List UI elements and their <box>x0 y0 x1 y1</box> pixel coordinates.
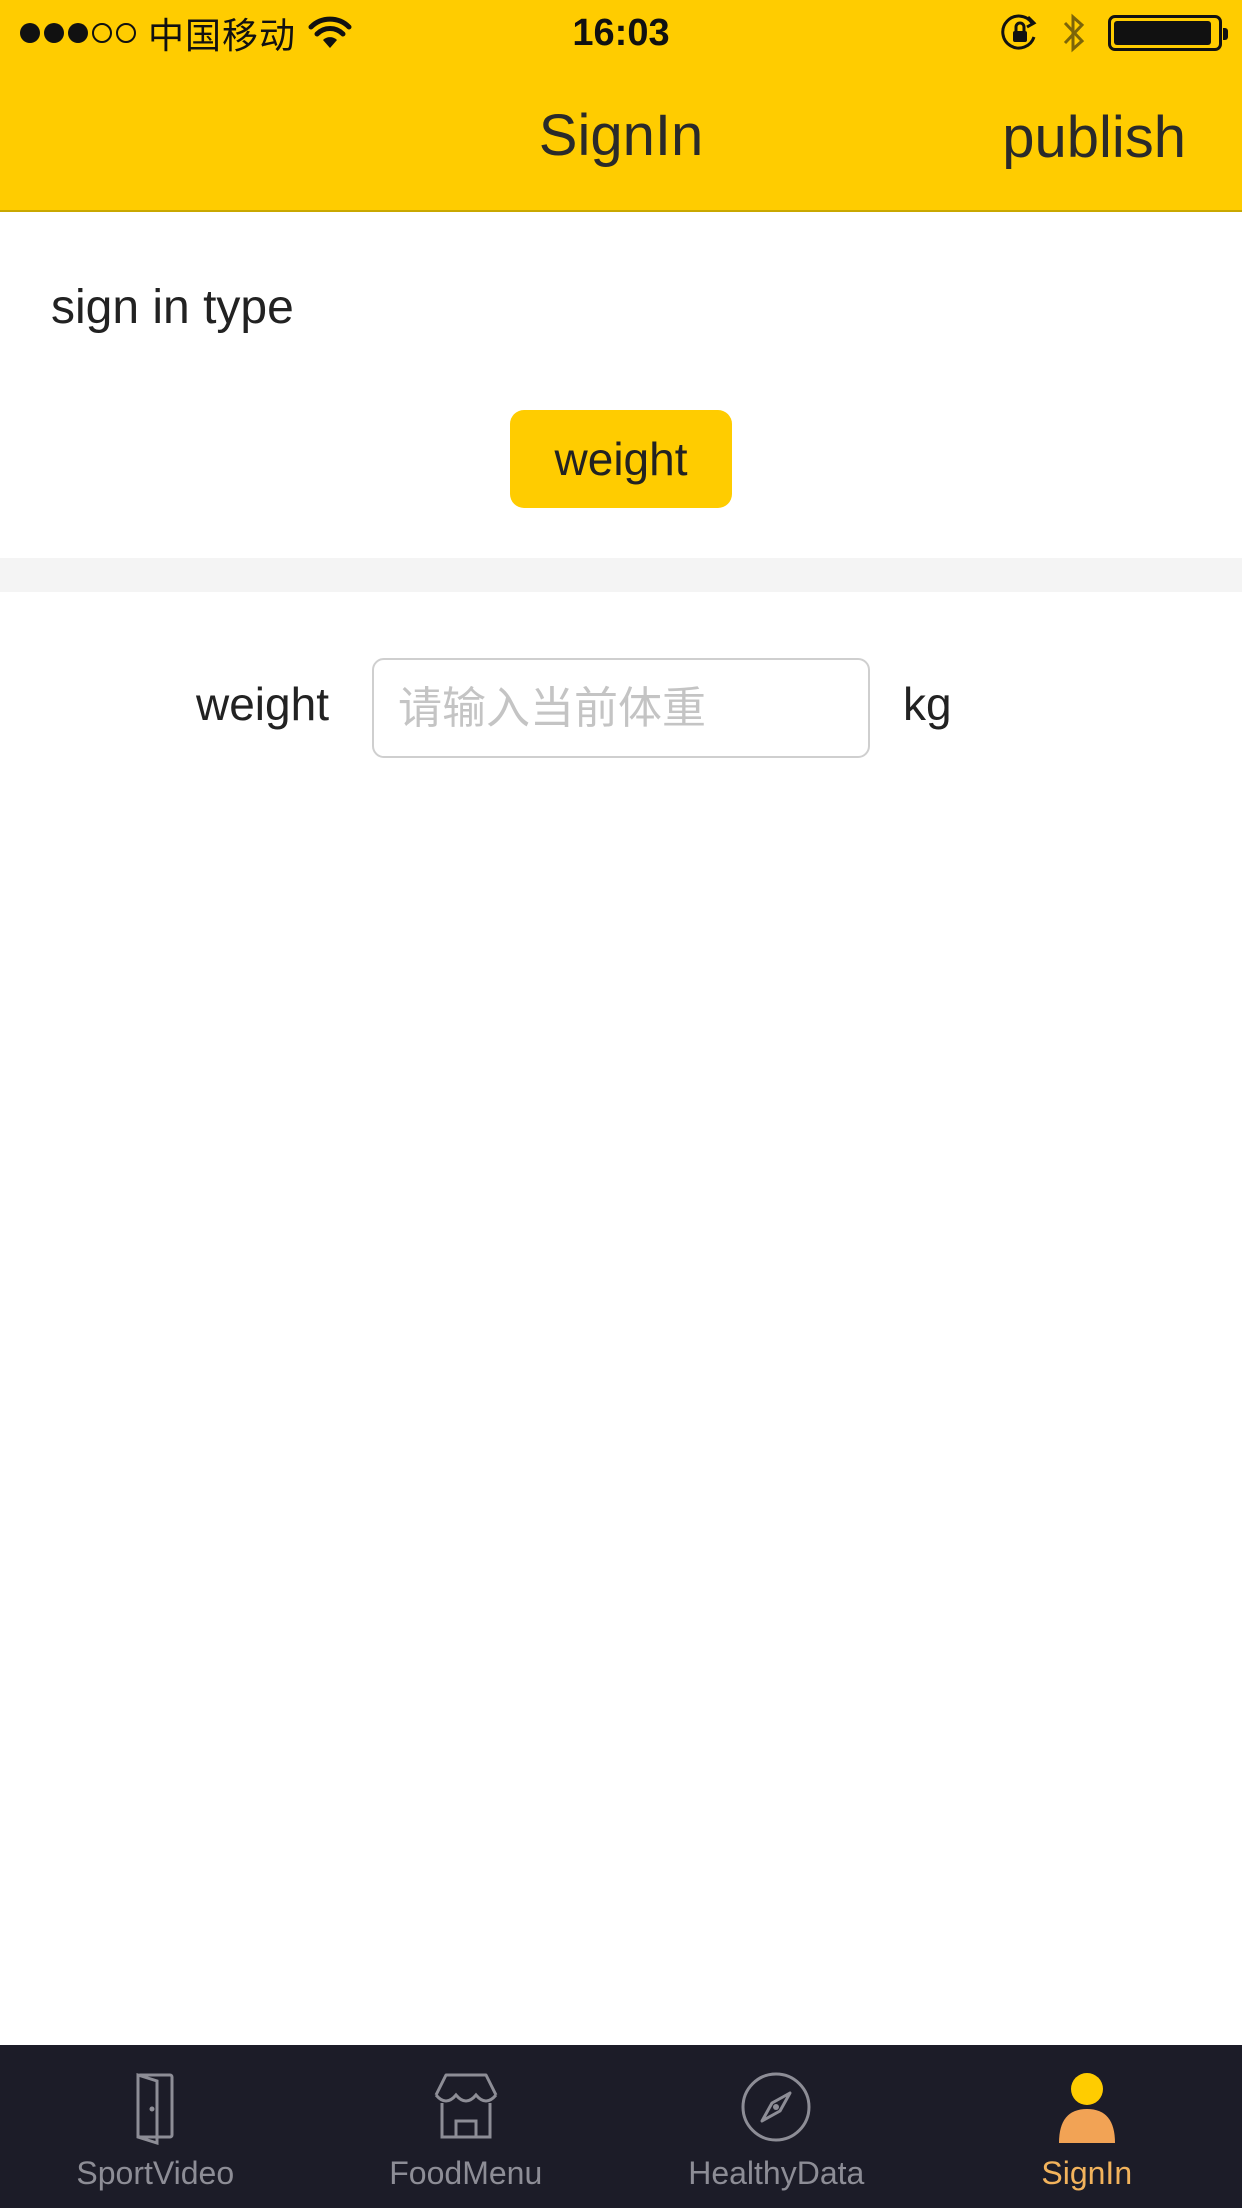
publish-button[interactable]: publish <box>1002 102 1186 174</box>
nav-bar: SignIn publish <box>0 66 1242 210</box>
shop-icon <box>434 2073 498 2139</box>
tab-label-foodmenu: FoodMenu <box>389 2155 543 2191</box>
bluetooth-icon <box>1063 13 1085 53</box>
compass-icon <box>741 2072 811 2142</box>
tab-signin[interactable]: SignIn <box>932 2045 1242 2208</box>
top-header: 中国移动 16:03 SignIn publish <box>0 0 1242 212</box>
weight-input[interactable] <box>372 658 870 758</box>
section-divider <box>0 558 1242 592</box>
orientation-lock-icon <box>1001 14 1037 50</box>
door-icon <box>136 2072 174 2145</box>
battery-level <box>1114 21 1211 45</box>
tab-label-sportvideo: SportVideo <box>76 2155 235 2191</box>
battery-icon <box>1108 15 1228 51</box>
weight-label: weight <box>196 678 329 730</box>
weight-form-row: weight kg <box>0 592 1242 772</box>
user-icon <box>1058 2073 1115 2143</box>
tab-foodmenu[interactable]: FoodMenu <box>311 2045 622 2208</box>
status-bar: 中国移动 16:03 <box>0 0 1242 66</box>
status-bar-right <box>1000 10 1228 56</box>
tab-label-signin: SignIn <box>1041 2155 1133 2191</box>
tab-sportvideo[interactable]: SportVideo <box>0 2045 311 2208</box>
sign-in-type-section: sign in type weight <box>0 212 1242 558</box>
type-weight-button[interactable]: weight <box>510 410 732 508</box>
tab-bar: SportVideo FoodMenu HealthyData SignIn <box>0 2045 1242 2208</box>
tab-healthydata[interactable]: HealthyData <box>621 2045 932 2208</box>
sign-in-type-label: sign in type <box>51 281 294 334</box>
tab-label-healthydata: HealthyData <box>688 2155 865 2191</box>
weight-unit-label: kg <box>903 678 952 730</box>
